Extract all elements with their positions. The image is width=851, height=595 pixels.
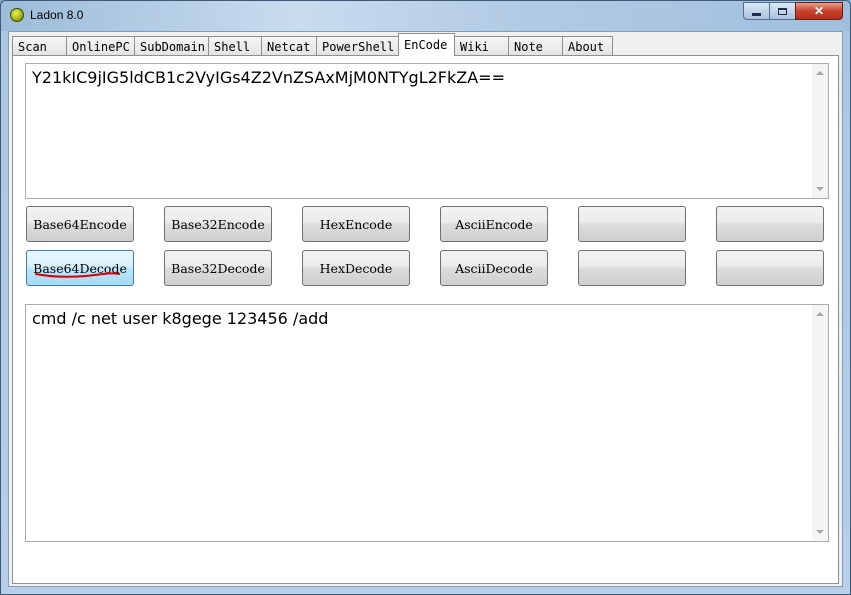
hex-encode-button[interactable]: HexEncode (302, 206, 410, 242)
app-logo-icon (10, 8, 24, 22)
output-text: cmd /c net user k8gege 123456 /add (32, 309, 329, 328)
blank-button-2[interactable] (716, 206, 824, 242)
base64-encode-button[interactable]: Base64Encode (26, 206, 134, 242)
maximize-icon (778, 7, 787, 15)
output-textarea[interactable]: cmd /c net user k8gege 123456 /add (25, 304, 829, 542)
tab-encode[interactable]: EnCode (398, 33, 455, 56)
title-bar[interactable]: Ladon 8.0 ✕ (1, 1, 850, 31)
scroll-up-icon[interactable] (816, 71, 824, 75)
scroll-down-icon[interactable] (816, 530, 824, 534)
app-window: Ladon 8.0 ✕ Scan OnlinePC SubDomain Shel… (0, 0, 851, 595)
tab-wiki[interactable]: Wiki (454, 36, 509, 55)
input-textarea[interactable]: Y21kIC9jIG5ldCB1c2VyIGs4Z2VnZSAxMjM0NTYg… (25, 63, 829, 199)
tab-scan[interactable]: Scan (12, 36, 67, 55)
tab-subdomain[interactable]: SubDomain (134, 36, 209, 55)
close-button[interactable]: ✕ (795, 2, 843, 20)
close-icon: ✕ (813, 4, 825, 18)
base32-decode-button[interactable]: Base32Decode (164, 250, 272, 286)
output-scrollbar[interactable] (812, 305, 828, 541)
minimize-icon (752, 12, 761, 16)
tab-onlinepc[interactable]: OnlinePC (66, 36, 135, 55)
blank-button-4[interactable] (716, 250, 824, 286)
window-title: Ladon 8.0 (30, 8, 84, 22)
ascii-decode-button[interactable]: AsciiDecode (440, 250, 548, 286)
scroll-up-icon[interactable] (816, 312, 824, 316)
ascii-encode-button[interactable]: AsciiEncode (440, 206, 548, 242)
input-scrollbar[interactable] (812, 64, 828, 198)
base64-decode-button[interactable]: Base64Decode (26, 250, 134, 286)
maximize-button[interactable] (769, 2, 796, 20)
encode-tab-page: Y21kIC9jIG5ldCB1c2VyIGs4Z2VnZSAxMjM0NTYg… (12, 55, 839, 584)
hex-decode-button[interactable]: HexDecode (302, 250, 410, 286)
annotation-underline (35, 272, 120, 278)
tab-powershell[interactable]: PowerShell (316, 36, 399, 55)
minimize-button[interactable] (743, 2, 770, 20)
scroll-down-icon[interactable] (816, 187, 824, 191)
tab-netcat[interactable]: Netcat (261, 36, 317, 55)
tab-note[interactable]: Note (508, 36, 563, 55)
blank-button-1[interactable] (578, 206, 686, 242)
tab-about[interactable]: About (562, 36, 613, 55)
blank-button-3[interactable] (578, 250, 686, 286)
input-text: Y21kIC9jIG5ldCB1c2VyIGs4Z2VnZSAxMjM0NTYg… (32, 68, 505, 87)
client-area: Scan OnlinePC SubDomain Shell Netcat Pow… (8, 31, 843, 587)
tab-shell[interactable]: Shell (208, 36, 262, 55)
base32-encode-button[interactable]: Base32Encode (164, 206, 272, 242)
